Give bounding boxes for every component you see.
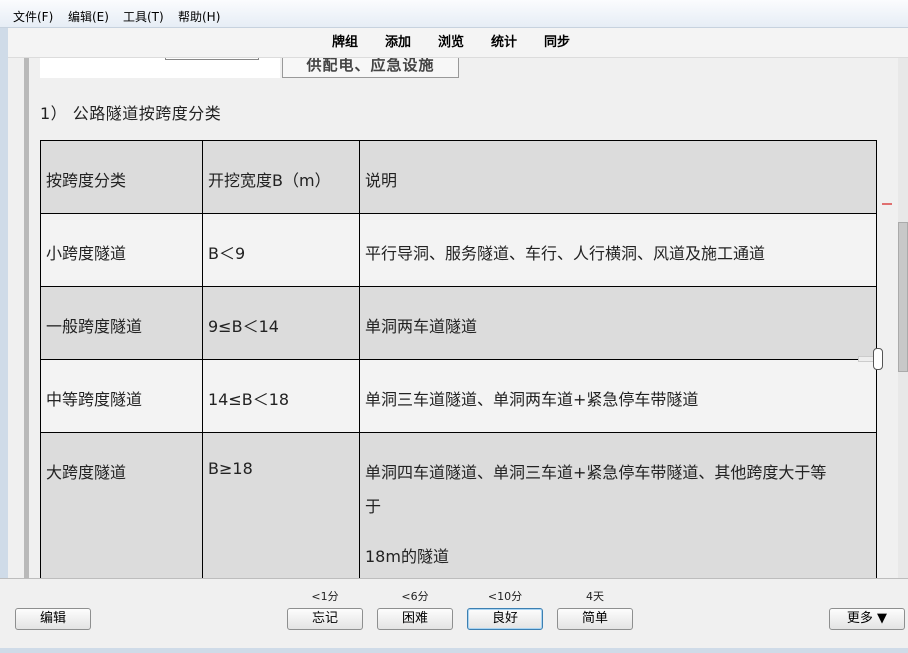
- browse-button[interactable]: 浏览: [438, 34, 464, 52]
- scroll-marker: [882, 203, 892, 205]
- again-button[interactable]: 忘记: [287, 608, 363, 630]
- scrollbar-thumb[interactable]: [898, 222, 908, 372]
- left-rail: [24, 58, 29, 578]
- good-button[interactable]: 良好: [467, 608, 543, 630]
- window-bottom-edge: [0, 648, 908, 653]
- splitter-handle[interactable]: [873, 348, 883, 370]
- image-label: 供配电、应急设施: [282, 58, 459, 78]
- stats-button[interactable]: 统计: [491, 34, 517, 52]
- menu-file[interactable]: 文件(F): [13, 9, 53, 25]
- menu-help[interactable]: 帮助(H): [178, 9, 220, 25]
- cell-description: 单洞四车道隧道、单洞三车道+紧急停车带隧道、其他跨度大于等 于 18m的隧道: [359, 432, 877, 578]
- cell-width: B≥18: [202, 432, 360, 578]
- description-line: 18m的隧道: [365, 547, 449, 566]
- sync-button[interactable]: 同步: [544, 34, 570, 52]
- section-heading: 1） 公路隧道按跨度分类: [40, 104, 222, 123]
- description-line: 于: [365, 497, 382, 516]
- splitter-track: [858, 356, 874, 362]
- table-row: 小跨度隧道 B＜9 平行导洞、服务隧道、车行、人行横洞、风道及施工通道: [40, 213, 877, 287]
- cell-description: 单洞两车道隧道: [359, 286, 877, 360]
- table-row: 一般跨度隧道 9≤B＜14 单洞两车道隧道: [40, 286, 877, 360]
- interval-easy: 4天: [586, 590, 604, 603]
- cell-width: 9≤B＜14: [202, 286, 360, 360]
- table-header-row: 按跨度分类 开挖宽度B（m） 说明: [40, 140, 877, 214]
- menu-edit[interactable]: 编辑(E): [68, 9, 109, 25]
- edit-button[interactable]: 编辑: [15, 608, 91, 630]
- description-line: 单洞四车道隧道、单洞三车道+紧急停车带隧道、其他跨度大于等: [365, 463, 827, 482]
- deck-button[interactable]: 牌组: [332, 34, 358, 52]
- more-button[interactable]: 更多 ▼: [829, 608, 905, 630]
- interval-hard: <6分: [401, 590, 429, 603]
- header-width: 开挖宽度B（m）: [202, 140, 360, 214]
- menu-bar: 文件(F) 编辑(E) 工具(T) 帮助(H): [0, 0, 908, 28]
- header-description: 说明: [359, 140, 877, 214]
- header-category: 按跨度分类: [40, 140, 203, 214]
- main-toolbar: 牌组 添加 浏览 统计 同步: [8, 28, 908, 58]
- cell-category: 一般跨度隧道: [40, 286, 203, 360]
- card-content: 供配电、应急设施 1） 公路隧道按跨度分类 按跨度分类 开挖宽度B（m） 说明 …: [30, 58, 898, 578]
- cell-width: 14≤B＜18: [202, 359, 360, 433]
- cell-category: 小跨度隧道: [40, 213, 203, 287]
- card-viewer[interactable]: 供配电、应急设施 1） 公路隧道按跨度分类 按跨度分类 开挖宽度B（m） 说明 …: [8, 58, 898, 578]
- answer-bar: 编辑 <1分 <6分 <10分 4天 忘记 困难 良好 简单 更多 ▼: [0, 578, 908, 653]
- image-fragment: [40, 58, 280, 78]
- add-button[interactable]: 添加: [385, 34, 411, 52]
- cell-description: 单洞三车道隧道、单洞两车道+紧急停车带隧道: [359, 359, 877, 433]
- cell-category: 中等跨度隧道: [40, 359, 203, 433]
- easy-button[interactable]: 简单: [557, 608, 633, 630]
- cell-category: 大跨度隧道: [40, 432, 203, 578]
- interval-good: <10分: [487, 590, 523, 603]
- cell-width: B＜9: [202, 213, 360, 287]
- image-box-fragment: [165, 58, 259, 60]
- table-row: 中等跨度隧道 14≤B＜18 单洞三车道隧道、单洞两车道+紧急停车带隧道: [40, 359, 877, 433]
- span-classification-table: 按跨度分类 开挖宽度B（m） 说明 小跨度隧道 B＜9 平行导洞、服务隧道、车行…: [40, 140, 877, 578]
- table-row: 大跨度隧道 B≥18 单洞四车道隧道、单洞三车道+紧急停车带隧道、其他跨度大于等…: [40, 432, 877, 578]
- interval-again: <1分: [311, 590, 339, 603]
- hard-button[interactable]: 困难: [377, 608, 453, 630]
- menu-tools[interactable]: 工具(T): [123, 9, 164, 25]
- cell-description: 平行导洞、服务隧道、车行、人行横洞、风道及施工通道: [359, 213, 877, 287]
